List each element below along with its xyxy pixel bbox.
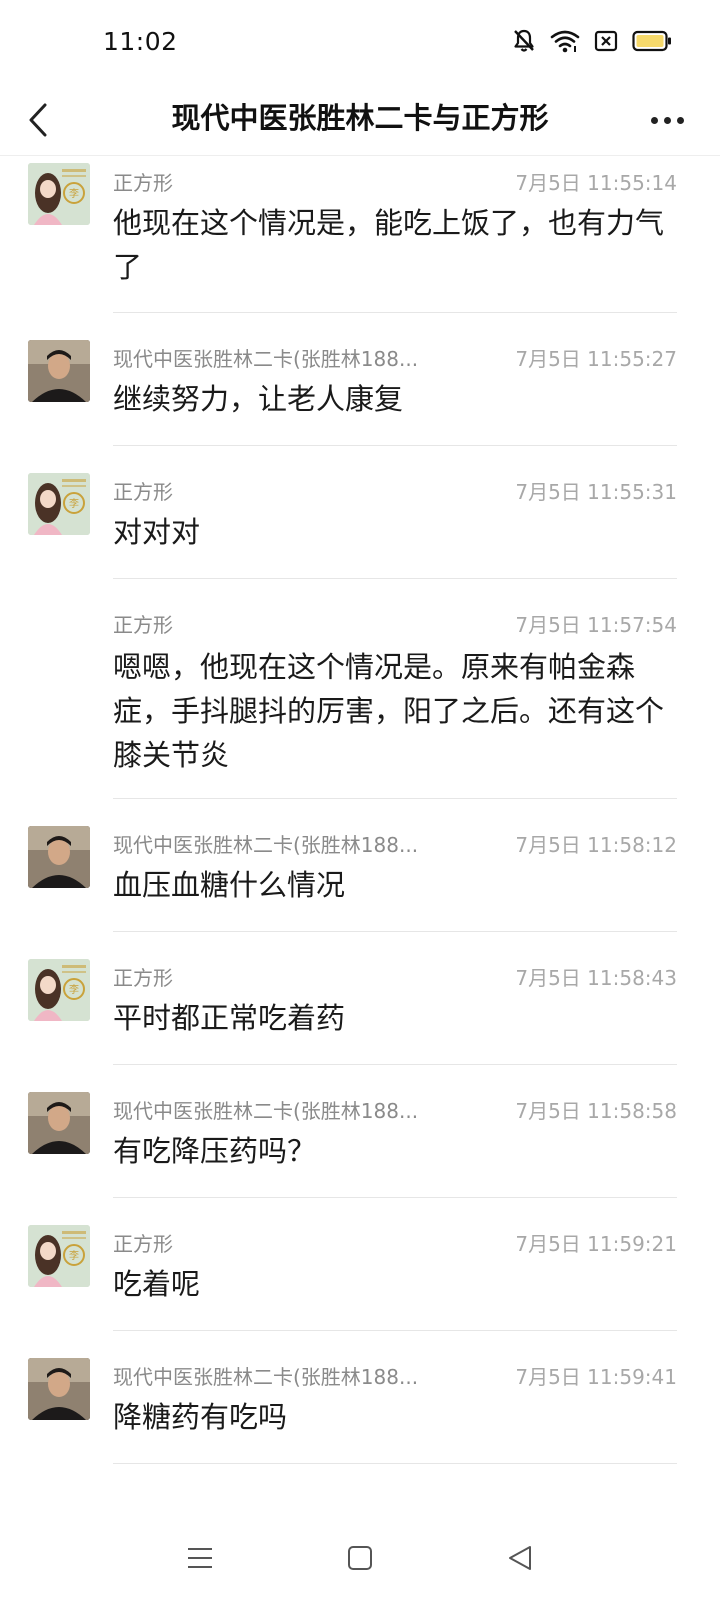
status-bar: 11:02: [0, 0, 720, 86]
avatar[interactable]: [28, 826, 90, 888]
message-item[interactable]: 李 正方形 7月5日 11:55:14 他现在这个情况是，能吃上饭了，也有力气了: [0, 157, 720, 313]
message-time: 7月5日 11:58:43: [515, 966, 677, 990]
message-text: 有吃降压药吗？: [113, 1134, 317, 1168]
sender-name: 现代中医张胜林二卡(张胜林188...: [113, 833, 419, 857]
message-time: 7月5日 11:55:31: [515, 480, 677, 504]
message-item[interactable]: 现代中医张胜林二卡(张胜林188... 7月5日 11:55:27 继续努力，让…: [0, 313, 720, 446]
svg-text:李: 李: [69, 497, 79, 510]
message-text: 平时都正常吃着药: [113, 1001, 346, 1035]
bell-muted-icon: [512, 28, 536, 54]
divider: [113, 1463, 677, 1464]
svg-text:李: 李: [69, 1249, 79, 1262]
home-button[interactable]: [330, 1528, 390, 1588]
sim-x-icon: [594, 29, 618, 53]
message-text: 继续努力，让老人康复: [113, 382, 404, 416]
avatar[interactable]: [28, 1092, 90, 1154]
nav-back-button[interactable]: [490, 1528, 550, 1588]
sender-name: 正方形: [113, 613, 173, 637]
message-time: 7月5日 11:55:27: [515, 347, 677, 371]
message-time: 7月5日 11:58:12: [515, 833, 677, 857]
message-item[interactable]: 现代中医张胜林二卡(张胜林188... 7月5日 11:59:41 降糖药有吃吗: [0, 1331, 720, 1464]
message-text: 他现在这个情况是，能吃上饭了，也有力气了: [113, 206, 665, 284]
message-time: 7月5日 11:57:54: [515, 613, 677, 637]
avatar[interactable]: [28, 340, 90, 402]
avatar[interactable]: 李: [28, 473, 90, 535]
menu-icon: [188, 1548, 212, 1568]
message-time: 7月5日 11:58:58: [515, 1099, 677, 1123]
message-time: 7月5日 11:55:14: [515, 171, 677, 195]
status-icons: [512, 28, 672, 54]
sender-name: 正方形: [113, 1232, 173, 1256]
message-item[interactable]: 现代中医张胜林二卡(张胜林188... 7月5日 11:58:58 有吃降压药吗…: [0, 1065, 720, 1198]
back-button[interactable]: [18, 94, 58, 146]
svg-text:李: 李: [69, 187, 79, 200]
back-triangle-icon: [509, 1546, 531, 1570]
message-text: 嗯嗯，他现在这个情况是。原来有帕金森症，手抖腿抖的厉害，阳了之后。还有这个膝关节…: [113, 650, 665, 772]
chevron-left-icon: [29, 103, 47, 137]
avatar[interactable]: 李: [28, 1225, 90, 1287]
message-text: 对对对: [113, 515, 201, 549]
more-options-button[interactable]: [642, 100, 692, 140]
wifi-icon: [550, 29, 580, 53]
message-text: 血压血糖什么情况: [113, 868, 346, 902]
more-dots-icon: [650, 116, 658, 124]
avatar[interactable]: [28, 1358, 90, 1420]
sender-name: 正方形: [113, 966, 173, 990]
message-text: 吃着呢: [113, 1267, 201, 1301]
message-item[interactable]: 正方形 7月5日 11:57:54 嗯嗯，他现在这个情况是。原来有帕金森症，手抖…: [0, 579, 720, 799]
message-time: 7月5日 11:59:41: [515, 1365, 677, 1389]
message-item[interactable]: 李 正方形 7月5日 11:55:31 对对对: [0, 446, 720, 579]
page-title: 现代中医张胜林二卡与正方形: [171, 101, 549, 135]
message-text: 降糖药有吃吗: [113, 1400, 288, 1434]
message-item[interactable]: 李 正方形 7月5日 11:58:43 平时都正常吃着药: [0, 932, 720, 1065]
message-time: 7月5日 11:59:21: [515, 1232, 677, 1256]
sender-name: 现代中医张胜林二卡(张胜林188...: [113, 347, 419, 371]
svg-text:李: 李: [69, 983, 79, 996]
home-square-icon: [348, 1546, 372, 1570]
avatar[interactable]: 李: [28, 163, 90, 225]
sender-name: 现代中医张胜林二卡(张胜林188...: [113, 1099, 419, 1123]
battery-icon: [632, 29, 672, 53]
message-item[interactable]: 现代中医张胜林二卡(张胜林188... 7月5日 11:58:12 血压血糖什么…: [0, 799, 720, 932]
system-nav-bar: [0, 1516, 720, 1600]
message-list: 李 正方形 7月5日 11:55:14 他现在这个情况是，能吃上饭了，也有力气了: [0, 157, 720, 1464]
menu-button[interactable]: [170, 1528, 230, 1588]
chat-header: 现代中医张胜林二卡与正方形: [0, 86, 720, 156]
sender-name: 正方形: [113, 480, 173, 504]
chat-history-screen: 11:02 现代中医张胜林二卡与正方形 李 正方形 7月5日 11:55:14 …: [0, 0, 720, 1600]
sender-name: 现代中医张胜林二卡(张胜林188...: [113, 1365, 419, 1389]
avatar[interactable]: 李: [28, 959, 90, 1021]
message-item[interactable]: 李 正方形 7月5日 11:59:21 吃着呢: [0, 1198, 720, 1331]
sender-name: 正方形: [113, 171, 173, 195]
status-time: 11:02: [103, 27, 178, 56]
